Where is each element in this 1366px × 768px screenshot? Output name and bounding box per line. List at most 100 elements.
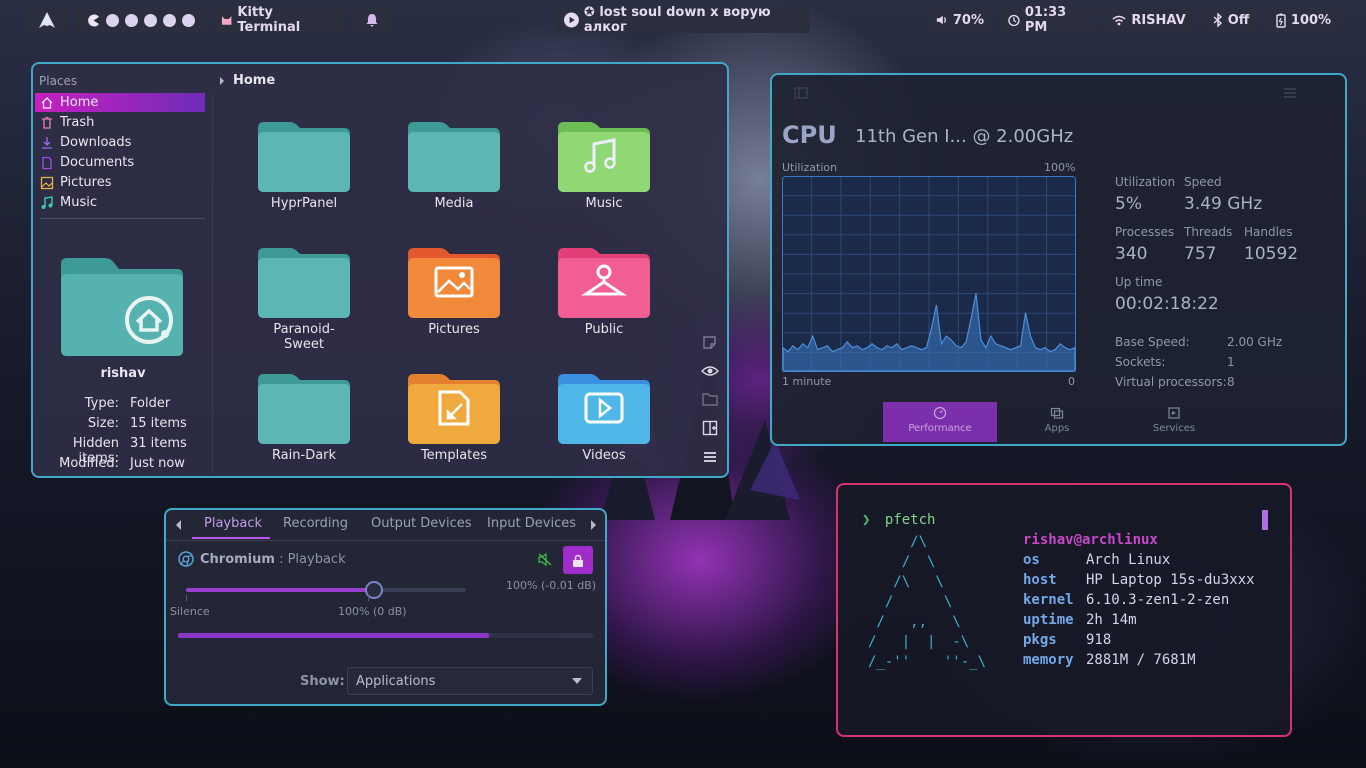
tab-output-devices[interactable]: Output Devices <box>371 516 472 531</box>
speaker-icon <box>936 15 946 25</box>
tab-playback[interactable]: Playback <box>204 516 262 531</box>
fetch-key: memory <box>1023 652 1074 668</box>
folder-label: Music <box>585 196 623 211</box>
detail-value: 8 <box>1227 375 1235 389</box>
folder-rain-dark[interactable]: Rain-Dark <box>254 372 354 463</box>
info-key: Type: <box>84 396 119 411</box>
pacman-icon <box>87 14 99 26</box>
media-title: ✪ lost soul down x ворую алког <box>583 5 771 35</box>
tab-apps[interactable]: Apps <box>1000 402 1114 442</box>
folder-videos[interactable]: Videos <box>554 372 654 463</box>
stream-title: Chromium : Playback <box>200 552 346 567</box>
stat-label: Processes <box>1115 225 1175 239</box>
volume-control-window: Playback Recording Output Devices Input Dev… <box>164 508 607 706</box>
menu-icon[interactable] <box>701 448 719 466</box>
place-item-pictures[interactable]: Pictures <box>35 173 205 192</box>
folder-templates[interactable]: Templates <box>404 372 504 463</box>
lock-channels-button[interactable] <box>563 546 593 574</box>
place-item-documents[interactable]: Documents <box>35 153 205 172</box>
stream-kind: : Playback <box>274 552 346 567</box>
network-widget[interactable]: RISHAV <box>1102 7 1196 33</box>
eye-icon[interactable] <box>701 362 719 380</box>
folder-label: Templates <box>420 448 488 463</box>
sidebar-toggle-icon[interactable] <box>794 87 808 99</box>
graph-time-left: 1 minute <box>782 375 832 388</box>
bluetooth-widget[interactable]: Off <box>1203 7 1259 33</box>
breadcrumb[interactable]: Home <box>219 73 275 88</box>
stat-label: Speed <box>1184 175 1222 189</box>
mark-100: 100% (0 dB) <box>338 605 407 618</box>
place-label: Downloads <box>60 135 132 150</box>
bluetooth-icon <box>1213 13 1222 27</box>
notifications-button[interactable] <box>351 7 392 33</box>
stat-value: 5% <box>1115 194 1142 214</box>
cpu-title: CPU <box>782 121 837 149</box>
info-row: Hidden items: 31 items <box>33 436 213 466</box>
launcher-button[interactable] <box>25 7 68 33</box>
workspace-dot[interactable] <box>143 13 157 27</box>
note-icon[interactable] <box>701 334 719 352</box>
place-item-trash[interactable]: Trash <box>35 113 205 132</box>
tab-scroll-right-icon[interactable] <box>590 520 597 530</box>
workspace-dot[interactable] <box>181 13 195 27</box>
tick-mark <box>368 595 369 601</box>
stat-value: 3.49 GHz <box>1184 194 1263 214</box>
new-folder-icon[interactable] <box>701 390 719 408</box>
active-tab-indicator <box>192 537 270 539</box>
places-heading: Places <box>39 74 78 88</box>
arch-ascii-logo: /\ / \ /\ \ / \ / ,, \ / | | -\ /_-'' ''… <box>868 534 987 670</box>
battery-widget[interactable]: 100% <box>1266 7 1341 33</box>
tab-recording[interactable]: Recording <box>283 516 348 531</box>
divider <box>40 218 205 219</box>
detail-label: Base Speed: <box>1115 335 1190 349</box>
fetch-key: kernel <box>1023 592 1074 608</box>
tab-input-devices[interactable]: Input Devices <box>487 516 576 531</box>
folder-pictures[interactable]: Pictures <box>404 246 504 337</box>
show-dropdown[interactable]: Applications <box>347 667 593 695</box>
detail-value: 2.00 GHz <box>1227 335 1283 349</box>
stat-label: Utilization <box>1115 175 1176 189</box>
clock-icon <box>1008 14 1020 26</box>
terminal-window[interactable]: ❯ pfetch /\ / \ /\ \ / \ / ,, \ / | | -\… <box>836 483 1292 737</box>
detail-value: 1 <box>1227 355 1235 369</box>
bell-icon <box>366 14 377 27</box>
mute-icon[interactable] <box>538 553 552 566</box>
workspace-dot[interactable] <box>162 13 176 27</box>
folder-hyprpanel[interactable]: HyprPanel <box>254 120 354 211</box>
clock-widget[interactable]: 01:33 PM <box>1000 5 1095 35</box>
fetch-key: uptime <box>1023 612 1074 628</box>
detail-label: Virtual processors: <box>1115 375 1227 389</box>
folder-label: Media <box>434 196 474 211</box>
info-value: 15 items <box>130 416 187 431</box>
folder-paranoid-sweet[interactable]: Paranoid-Sweet <box>254 246 354 352</box>
tab-performance[interactable]: Performance <box>883 402 997 442</box>
tab-divider <box>166 540 605 541</box>
folder-label: Pictures <box>428 322 480 337</box>
workspaces[interactable] <box>75 7 206 33</box>
place-item-home[interactable]: Home <box>35 93 205 112</box>
volume-slider[interactable] <box>186 581 466 599</box>
volume-widget[interactable]: 70% <box>928 7 992 33</box>
tab-scroll-left-icon[interactable] <box>175 520 182 530</box>
place-item-downloads[interactable]: Downloads <box>35 133 205 152</box>
tab-services[interactable]: Services <box>1117 402 1231 442</box>
breadcrumb-home[interactable]: Home <box>233 73 275 88</box>
picture-icon <box>40 176 54 189</box>
folder-label: Rain-Dark <box>271 448 337 463</box>
app-name: Chromium <box>200 552 275 567</box>
play-icon[interactable] <box>564 12 579 28</box>
folder-icon <box>258 374 350 444</box>
folder-music[interactable]: Music <box>554 120 654 211</box>
fetch-value: 918 <box>1086 632 1112 648</box>
folder-media[interactable]: Media <box>404 120 504 211</box>
workspace-dot[interactable] <box>105 13 119 27</box>
info-value: Folder <box>130 396 171 411</box>
hamburger-icon[interactable] <box>1283 87 1297 99</box>
music-icon <box>41 195 53 209</box>
split-view-icon[interactable] <box>701 419 719 437</box>
folder-icon <box>558 122 650 192</box>
folder-public[interactable]: Public <box>554 246 654 337</box>
place-item-music[interactable]: Music <box>35 193 205 212</box>
media-widget[interactable]: ✪ lost soul down x ворую алког <box>556 5 810 35</box>
workspace-dot[interactable] <box>124 13 138 27</box>
